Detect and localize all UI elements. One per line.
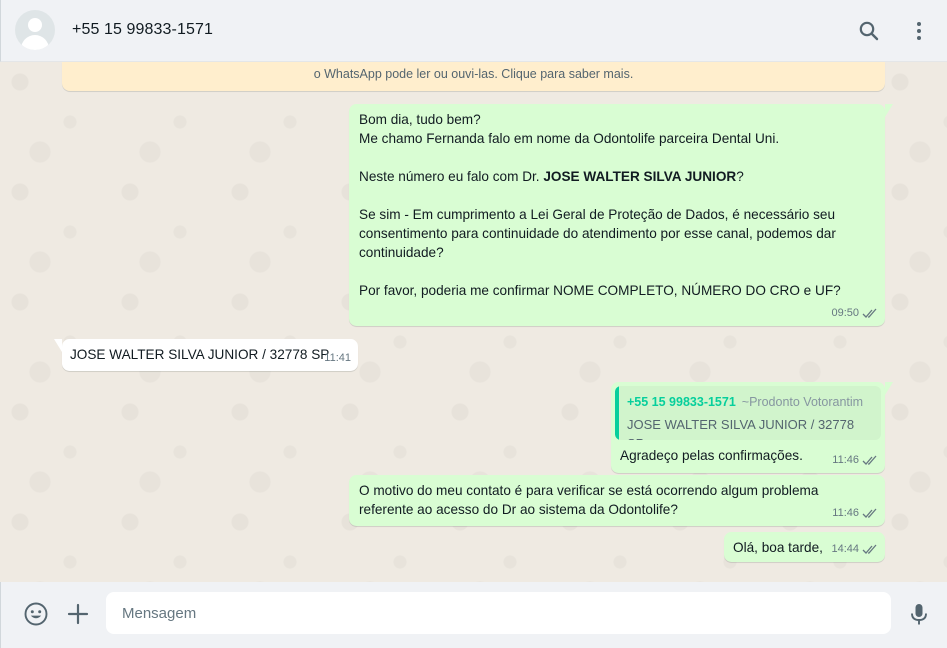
message-outgoing[interactable]: O motivo do meu contato é para verificar… [349, 475, 885, 526]
message-incoming[interactable]: JOSE WALTER SILVA JUNIOR / 32778 SP 11:4… [54, 339, 358, 371]
quote-author: +55 15 99833-1571 [627, 395, 736, 409]
message-text: Bom dia, tudo bem? Me chamo Fernanda fal… [359, 112, 841, 298]
message-time: 09:50 [831, 307, 859, 319]
chat-header: +55 15 99833-1571 [0, 0, 947, 62]
message-time: 11:46 [832, 507, 859, 519]
message-meta: 11:46 [832, 451, 878, 470]
message-meta: 09:50 [831, 304, 878, 323]
avatar-head-shape [28, 18, 42, 32]
message-outgoing-reply[interactable]: +55 15 99833-1571 ~Prodonto Votorantim JO… [611, 382, 893, 473]
quoted-message[interactable]: +55 15 99833-1571 ~Prodonto Votorantim JO… [615, 386, 881, 440]
message-time: 11:46 [832, 454, 859, 466]
quote-text: JOSE WALTER SILVA JUNIOR / 32778 SP [627, 417, 855, 440]
contact-name[interactable]: +55 15 99833-1571 [72, 21, 213, 39]
encryption-notice[interactable]: o WhatsApp pode ler ou ouvi-las. Clique … [62, 62, 885, 91]
double-check-icon [862, 308, 877, 318]
double-check-icon [862, 544, 877, 554]
message-meta: 14:44 [831, 540, 878, 559]
avatar-body-shape [21, 35, 49, 50]
message-outgoing[interactable]: Bom dia, tudo bem? Me chamo Fernanda fal… [349, 104, 893, 326]
plus-icon[interactable] [65, 601, 91, 627]
search-icon[interactable] [857, 19, 881, 43]
contact-avatar[interactable] [15, 10, 55, 50]
message-time: 14:44 [831, 543, 859, 555]
message-meta: 11:41 [324, 349, 351, 368]
double-check-icon [862, 455, 877, 465]
bubble-tail [54, 339, 62, 352]
emoji-icon[interactable] [23, 601, 49, 627]
message-list[interactable]: o WhatsApp pode ler ou ouvi-las. Clique … [0, 62, 947, 582]
quote-alias: ~Prodonto Votorantim [741, 395, 864, 409]
whatsapp-chat-window: +55 15 99833-1571 o WhatsApp pode ler ou… [0, 0, 947, 648]
message-input[interactable] [106, 592, 891, 634]
compose-bar [0, 582, 947, 648]
bubble-tail [885, 104, 893, 117]
message-meta: 11:46 [832, 504, 878, 523]
message-outgoing[interactable]: Olá, boa tarde, 14:44 [724, 532, 885, 562]
double-check-icon [862, 508, 877, 518]
message-text: O motivo do meu contato é para verificar… [359, 483, 823, 517]
message-text: JOSE WALTER SILVA JUNIOR / 32778 SP [70, 347, 330, 362]
quote-header: +55 15 99833-1571 ~Prodonto Votorantim [627, 392, 873, 412]
message-time: 11:41 [324, 352, 351, 364]
menu-icon[interactable] [907, 19, 931, 43]
bubble-tail [885, 382, 893, 395]
mic-icon[interactable] [906, 601, 932, 627]
message-text: Olá, boa tarde, [733, 540, 823, 555]
